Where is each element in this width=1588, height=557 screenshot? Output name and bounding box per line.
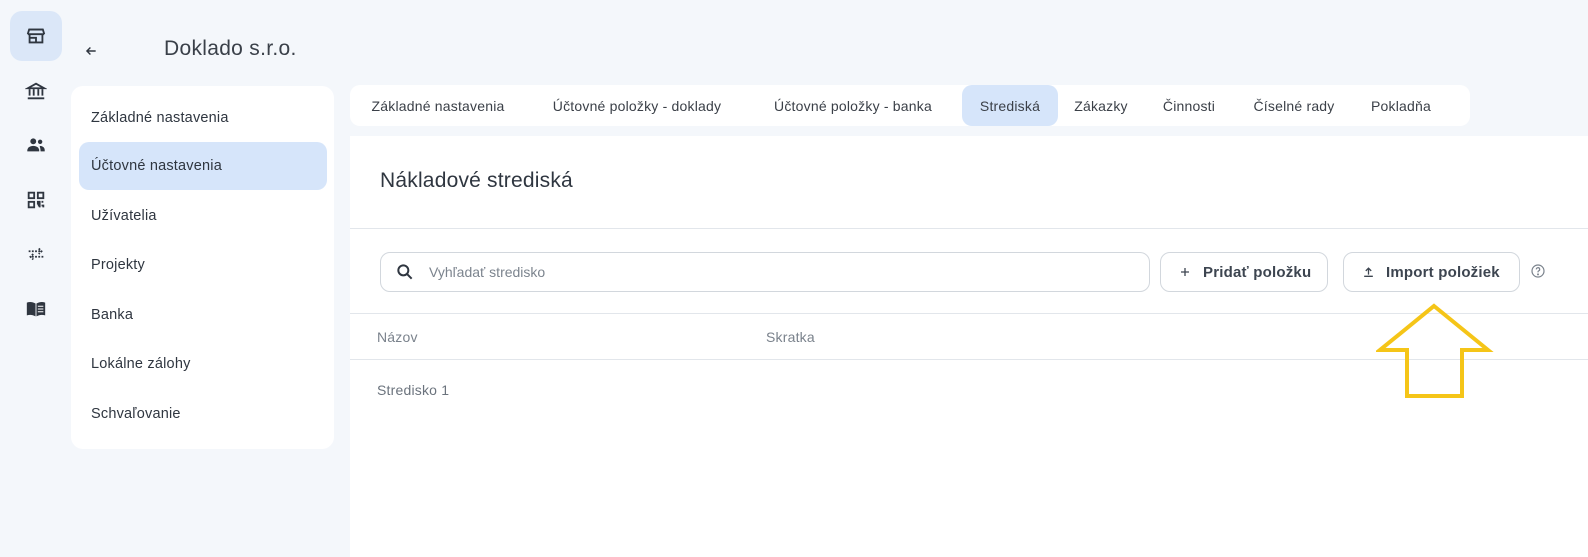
tab-number-series[interactable]: Číselné rady <box>1238 85 1350 126</box>
settings-sidebar: Základné nastavenia Účtovné nastavenia U… <box>71 86 334 449</box>
search-icon <box>397 264 413 280</box>
highlight-arrow <box>1376 303 1494 398</box>
import-items-label: Import položiek <box>1386 263 1500 281</box>
column-header-name[interactable]: Názov <box>377 329 418 345</box>
import-items-button[interactable]: Import položiek <box>1343 252 1520 292</box>
table-row-name[interactable]: Stredisko 1 <box>377 382 449 398</box>
upload-icon <box>1360 264 1376 280</box>
sidebar-item-projects[interactable]: Projekty <box>79 241 327 289</box>
rail-store[interactable] <box>10 11 62 61</box>
tab-cash-register[interactable]: Pokladňa <box>1358 85 1444 126</box>
icon-rail <box>0 0 70 557</box>
page-title: Nákladové strediská <box>380 169 573 192</box>
tab-activities[interactable]: Činnosti <box>1150 85 1228 126</box>
users-icon <box>27 138 45 152</box>
sidebar-item-bank[interactable]: Banka <box>79 291 327 339</box>
rail-transfer[interactable] <box>10 229 62 279</box>
rail-qr[interactable] <box>10 175 62 225</box>
tab-basic-settings[interactable]: Základné nastavenia <box>350 85 526 126</box>
qr-code-icon <box>27 191 45 209</box>
sidebar-item-local-backups[interactable]: Lokálne zálohy <box>79 340 327 388</box>
tab-cost-centers[interactable]: Strediská <box>962 85 1058 126</box>
rail-bank[interactable] <box>10 66 62 116</box>
book-icon <box>26 301 46 317</box>
rail-users[interactable] <box>10 120 62 170</box>
plus-icon <box>1177 264 1193 280</box>
tab-accounting-bank[interactable]: Účtovné položky - banka <box>750 85 956 126</box>
search-box[interactable] <box>380 252 1150 292</box>
store-icon <box>26 28 46 44</box>
company-name: Doklado s.r.o. <box>164 37 297 60</box>
help-icon[interactable] <box>1530 263 1546 279</box>
sidebar-item-basic[interactable]: Základné nastavenia <box>79 94 327 142</box>
sidebar-item-users[interactable]: Užívatelia <box>79 192 327 240</box>
sidebar-item-accounting[interactable]: Účtovné nastavenia <box>79 142 327 190</box>
back-button[interactable] <box>80 40 102 62</box>
search-input[interactable] <box>429 259 1129 285</box>
tab-orders[interactable]: Zákazky <box>1062 85 1140 126</box>
column-header-short[interactable]: Skratka <box>766 329 815 345</box>
add-item-label: Pridať položku <box>1203 263 1312 281</box>
transfer-icon <box>28 247 44 261</box>
bank-icon <box>25 82 47 100</box>
sidebar-item-approval[interactable]: Schvaľovanie <box>79 390 327 438</box>
settings-tabs: Základné nastavenia Účtovné položky - do… <box>350 85 1470 126</box>
arrow-left-icon <box>85 47 96 55</box>
rail-book[interactable] <box>10 284 62 334</box>
title-divider <box>350 228 1588 229</box>
tab-accounting-documents[interactable]: Účtovné položky - doklady <box>530 85 744 126</box>
add-item-button[interactable]: Pridať položku <box>1160 252 1328 292</box>
